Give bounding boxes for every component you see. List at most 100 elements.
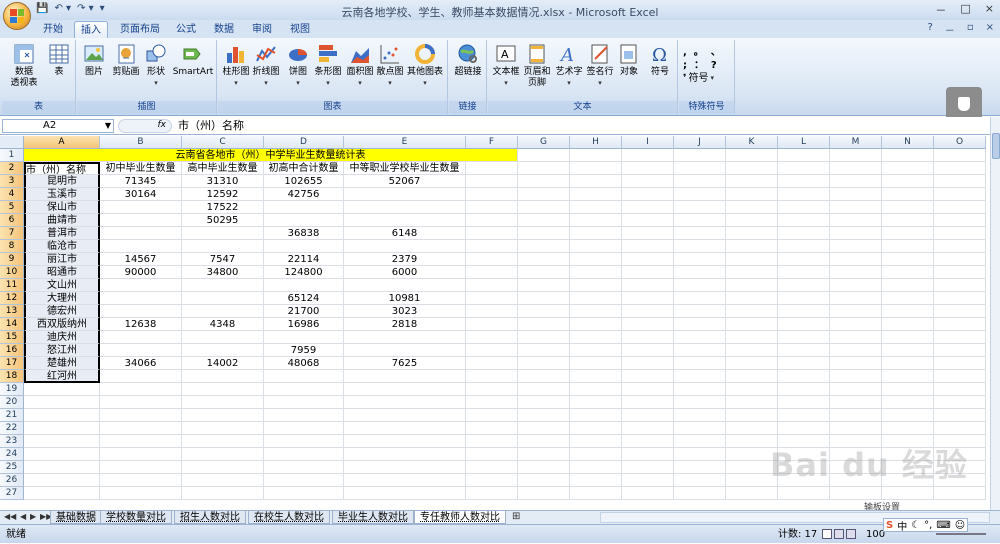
cell[interactable] [24, 448, 100, 461]
cell[interactable] [518, 214, 570, 227]
cell[interactable] [726, 396, 778, 409]
cell[interactable] [182, 474, 264, 487]
cell[interactable] [934, 318, 986, 331]
smartart-button[interactable]: SmartArt [173, 43, 213, 78]
cell[interactable] [344, 383, 466, 396]
cell[interactable] [622, 448, 674, 461]
row-header-16[interactable]: 16 [0, 344, 24, 357]
cell[interactable] [570, 227, 622, 240]
data-cell[interactable] [100, 305, 182, 318]
cell[interactable] [882, 344, 934, 357]
cell[interactable] [570, 422, 622, 435]
cell[interactable] [778, 253, 830, 266]
cell[interactable] [570, 396, 622, 409]
cell[interactable] [466, 292, 518, 305]
cell[interactable] [674, 344, 726, 357]
data-cell[interactable] [344, 240, 466, 253]
city-name-cell[interactable]: 迪庆州 [24, 331, 100, 344]
cell[interactable] [466, 201, 518, 214]
data-cell[interactable] [344, 331, 466, 344]
cell[interactable] [264, 383, 344, 396]
cell[interactable] [182, 435, 264, 448]
cell[interactable] [674, 409, 726, 422]
data-cell[interactable] [264, 214, 344, 227]
data-cell[interactable] [182, 331, 264, 344]
tab-page-layout[interactable]: 页面布局 [114, 21, 166, 38]
cell[interactable] [778, 409, 830, 422]
cell[interactable] [518, 344, 570, 357]
cell[interactable] [466, 461, 518, 474]
workbook-restore-button[interactable]: ▫ [967, 22, 974, 37]
row-header-13[interactable]: 13 [0, 305, 24, 318]
data-cell[interactable] [100, 370, 182, 383]
cell[interactable] [622, 188, 674, 201]
cell[interactable] [622, 344, 674, 357]
cell[interactable] [518, 435, 570, 448]
cell[interactable] [778, 331, 830, 344]
clipart-button[interactable]: 剪贴画 [111, 43, 141, 78]
cell[interactable] [570, 305, 622, 318]
cell[interactable] [344, 487, 466, 500]
cell[interactable] [778, 227, 830, 240]
vertical-scroll-thumb[interactable] [992, 133, 1000, 159]
cell[interactable] [934, 370, 986, 383]
data-cell[interactable]: 48068 [264, 357, 344, 370]
cell[interactable] [264, 435, 344, 448]
column-header-N[interactable]: N [882, 136, 934, 149]
row-header-20[interactable]: 20 [0, 396, 24, 409]
cell[interactable] [830, 331, 882, 344]
cell[interactable] [882, 409, 934, 422]
minimize-button[interactable]: － [935, 2, 946, 18]
bar-chart-button[interactable]: 条形图 ▾ [314, 43, 342, 89]
cell[interactable] [674, 292, 726, 305]
cell[interactable] [934, 396, 986, 409]
column-header-K[interactable]: K [726, 136, 778, 149]
row-header-22[interactable]: 22 [0, 422, 24, 435]
cell[interactable] [726, 253, 778, 266]
cell[interactable] [344, 396, 466, 409]
cell[interactable] [182, 409, 264, 422]
cell[interactable] [830, 162, 882, 175]
data-cell[interactable]: 30164 [100, 188, 182, 201]
data-cell[interactable]: 90000 [100, 266, 182, 279]
cell[interactable] [778, 292, 830, 305]
cell[interactable] [466, 396, 518, 409]
cell[interactable] [622, 370, 674, 383]
page-layout-view-icon[interactable] [834, 529, 844, 539]
name-box-dropdown-icon[interactable]: ▼ [105, 120, 111, 132]
column-header-M[interactable]: M [830, 136, 882, 149]
cell[interactable] [778, 370, 830, 383]
data-cell[interactable]: 102655 [264, 175, 344, 188]
cell[interactable] [570, 435, 622, 448]
workbook-minimize-button[interactable]: － [945, 22, 955, 37]
cell[interactable] [182, 487, 264, 500]
cell[interactable] [882, 383, 934, 396]
cell[interactable] [778, 175, 830, 188]
cell[interactable] [570, 149, 622, 162]
area-chart-button[interactable]: 面积图 ▾ [346, 43, 374, 89]
cell[interactable] [778, 305, 830, 318]
cell[interactable] [934, 149, 986, 162]
row-header-18[interactable]: 18 [0, 370, 24, 383]
cell[interactable] [518, 422, 570, 435]
cell[interactable] [674, 396, 726, 409]
city-name-cell[interactable]: 怒江州 [24, 344, 100, 357]
cell[interactable] [622, 435, 674, 448]
city-name-cell[interactable]: 文山州 [24, 279, 100, 292]
data-cell[interactable] [344, 188, 466, 201]
cell[interactable] [344, 422, 466, 435]
column-header-B[interactable]: B [100, 136, 182, 149]
row-header-23[interactable]: 23 [0, 435, 24, 448]
cell[interactable] [570, 253, 622, 266]
row-header-10[interactable]: 10 [0, 266, 24, 279]
column-header-F[interactable]: F [466, 136, 518, 149]
data-cell[interactable] [264, 370, 344, 383]
cell[interactable] [778, 318, 830, 331]
cell[interactable] [622, 214, 674, 227]
cell[interactable] [182, 461, 264, 474]
cell[interactable] [830, 292, 882, 305]
cell[interactable] [778, 279, 830, 292]
cell[interactable] [674, 162, 726, 175]
shapes-button[interactable]: 形状 ▾ [143, 43, 169, 89]
data-cell[interactable]: 124800 [264, 266, 344, 279]
